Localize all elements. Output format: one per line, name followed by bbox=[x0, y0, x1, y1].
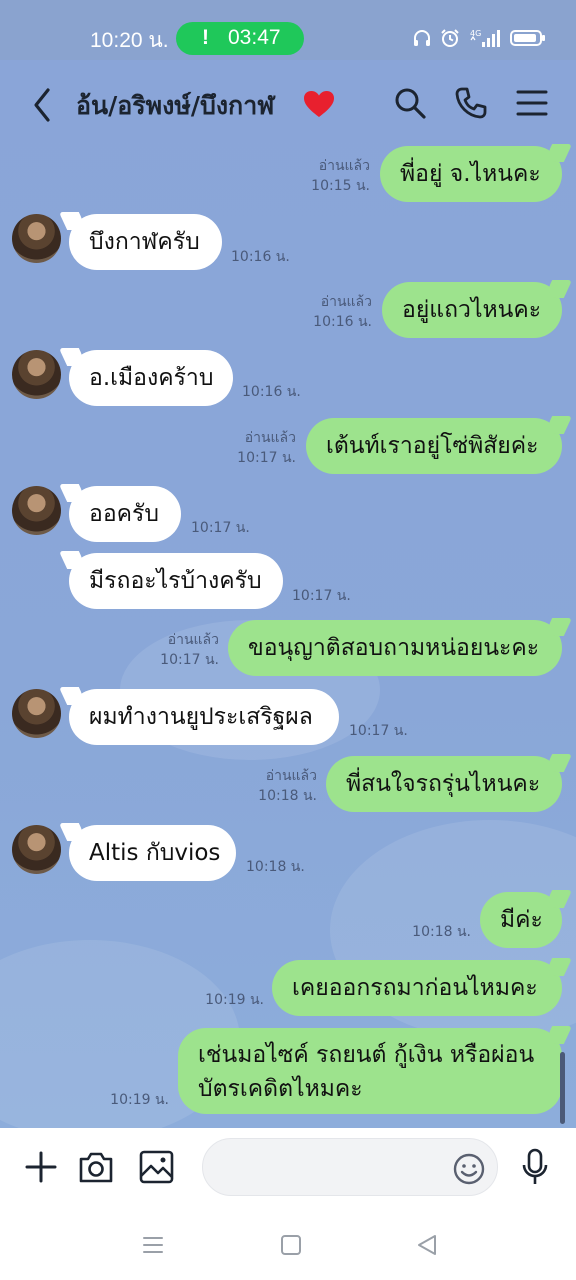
read-receipt: อ่านแล้ว bbox=[244, 430, 296, 446]
message-time: 10:16 น. bbox=[242, 384, 301, 400]
incoming-message-bubble[interactable]: มีรถอะไรบ้างครับ bbox=[69, 553, 283, 609]
avatar[interactable] bbox=[12, 486, 61, 535]
call-indicator: ! bbox=[202, 26, 209, 49]
back-icon[interactable] bbox=[28, 86, 56, 124]
status-icons: 4G bbox=[412, 25, 546, 51]
read-receipt: อ่านแล้ว bbox=[318, 158, 370, 174]
status-time: 10:20 น. bbox=[90, 29, 169, 52]
outgoing-message-bubble[interactable]: มีค่ะ bbox=[480, 892, 562, 948]
read-receipt: อ่านแล้ว bbox=[167, 632, 219, 648]
plus-icon[interactable] bbox=[24, 1150, 58, 1184]
message-time: 10:18 น. bbox=[412, 924, 471, 940]
incoming-message-bubble[interactable]: ผมทำงานยูประเสริฐผล bbox=[69, 689, 339, 745]
headphones-icon bbox=[414, 30, 430, 46]
ongoing-call-pill[interactable]: ! 03:47 bbox=[176, 22, 304, 55]
back-nav-icon[interactable] bbox=[416, 1234, 438, 1256]
message-time: 10:17 น. bbox=[349, 723, 408, 739]
outgoing-message-bubble[interactable]: ขอนุญาติสอบถามหน่อยนะคะ bbox=[228, 620, 562, 676]
outgoing-message-bubble[interactable]: เคยออกรถมาก่อนไหมคะ bbox=[272, 960, 562, 1016]
message-time: 10:17 น. bbox=[160, 652, 219, 668]
battery-icon bbox=[510, 30, 545, 46]
message-time: 10:16 น. bbox=[313, 314, 372, 330]
avatar[interactable] bbox=[12, 825, 61, 874]
incoming-message-bubble[interactable]: ออครับ bbox=[69, 486, 181, 542]
avatar[interactable] bbox=[12, 214, 61, 263]
message-meta: อ่านแล้ว 10:17 น. bbox=[160, 630, 219, 670]
message-line: เช่นมอไซค์ รถยนต์ กู้เงิน หรือผ่อน bbox=[198, 1042, 535, 1068]
message-time: 10:18 น. bbox=[246, 859, 305, 875]
camera-icon[interactable] bbox=[78, 1150, 114, 1184]
status-bar: 10:20 น. ! 03:47 4G bbox=[0, 0, 576, 60]
message-time: 10:15 น. bbox=[311, 178, 370, 194]
phone-icon[interactable] bbox=[454, 86, 488, 120]
alarm-icon bbox=[441, 29, 459, 47]
message-time: 10:17 น. bbox=[191, 520, 250, 536]
outgoing-message-bubble[interactable]: พี่อยู่ จ.ไหนคะ bbox=[380, 146, 562, 202]
signal-4g-icon: 4G bbox=[470, 29, 500, 47]
message-time: 10:19 น. bbox=[205, 992, 264, 1008]
message-time: 10:16 น. bbox=[231, 249, 290, 265]
message-time: 10:17 น. bbox=[292, 588, 351, 604]
menu-icon[interactable] bbox=[515, 86, 549, 120]
microphone-icon[interactable] bbox=[520, 1148, 550, 1186]
call-duration: 03:47 bbox=[228, 26, 281, 49]
outgoing-message-bubble[interactable]: พี่สนใจรถรุ่นไหนคะ bbox=[326, 756, 562, 812]
search-icon[interactable] bbox=[393, 86, 427, 120]
message-meta: อ่านแล้ว 10:18 น. bbox=[258, 766, 317, 806]
incoming-message-bubble[interactable]: Altis กับvios bbox=[69, 825, 236, 881]
message-time: 10:18 น. bbox=[258, 788, 317, 804]
message-meta: อ่านแล้ว 10:15 น. bbox=[311, 156, 370, 196]
message-line: บัตรเคดิตไหมคะ bbox=[198, 1076, 363, 1102]
recent-apps-icon[interactable] bbox=[142, 1234, 164, 1256]
outgoing-message-bubble[interactable]: เต้นท์เราอยู่โซ่พิสัยค่ะ bbox=[306, 418, 562, 474]
message-input-field[interactable] bbox=[223, 1153, 447, 1183]
emoji-icon[interactable] bbox=[452, 1152, 486, 1186]
outgoing-message-bubble[interactable]: อยู่แถวไหนคะ bbox=[382, 282, 562, 338]
svg-text:4G: 4G bbox=[470, 29, 481, 38]
read-receipt: อ่านแล้ว bbox=[320, 294, 372, 310]
home-icon[interactable] bbox=[280, 1234, 302, 1256]
incoming-message-bubble[interactable]: บึงกาฬครับ bbox=[69, 214, 222, 270]
chat-title[interactable]: อ้น/อริพงษ์/บึงกาฬ bbox=[76, 86, 274, 126]
message-time: 10:17 น. bbox=[237, 450, 296, 466]
image-icon[interactable] bbox=[139, 1150, 174, 1184]
message-meta: อ่านแล้ว 10:16 น. bbox=[313, 292, 372, 332]
heart-icon bbox=[304, 91, 334, 117]
avatar[interactable] bbox=[12, 689, 61, 738]
avatar[interactable] bbox=[12, 350, 61, 399]
incoming-message-bubble[interactable]: อ.เมืองคร้าบ bbox=[69, 350, 233, 406]
message-time: 10:19 น. bbox=[110, 1092, 169, 1108]
read-receipt: อ่านแล้ว bbox=[265, 768, 317, 784]
scrollbar[interactable] bbox=[560, 1052, 565, 1124]
outgoing-message-bubble[interactable]: เช่นมอไซค์ รถยนต์ กู้เงิน หรือผ่อน บัตรเ… bbox=[178, 1028, 562, 1114]
message-meta: อ่านแล้ว 10:17 น. bbox=[237, 428, 296, 468]
